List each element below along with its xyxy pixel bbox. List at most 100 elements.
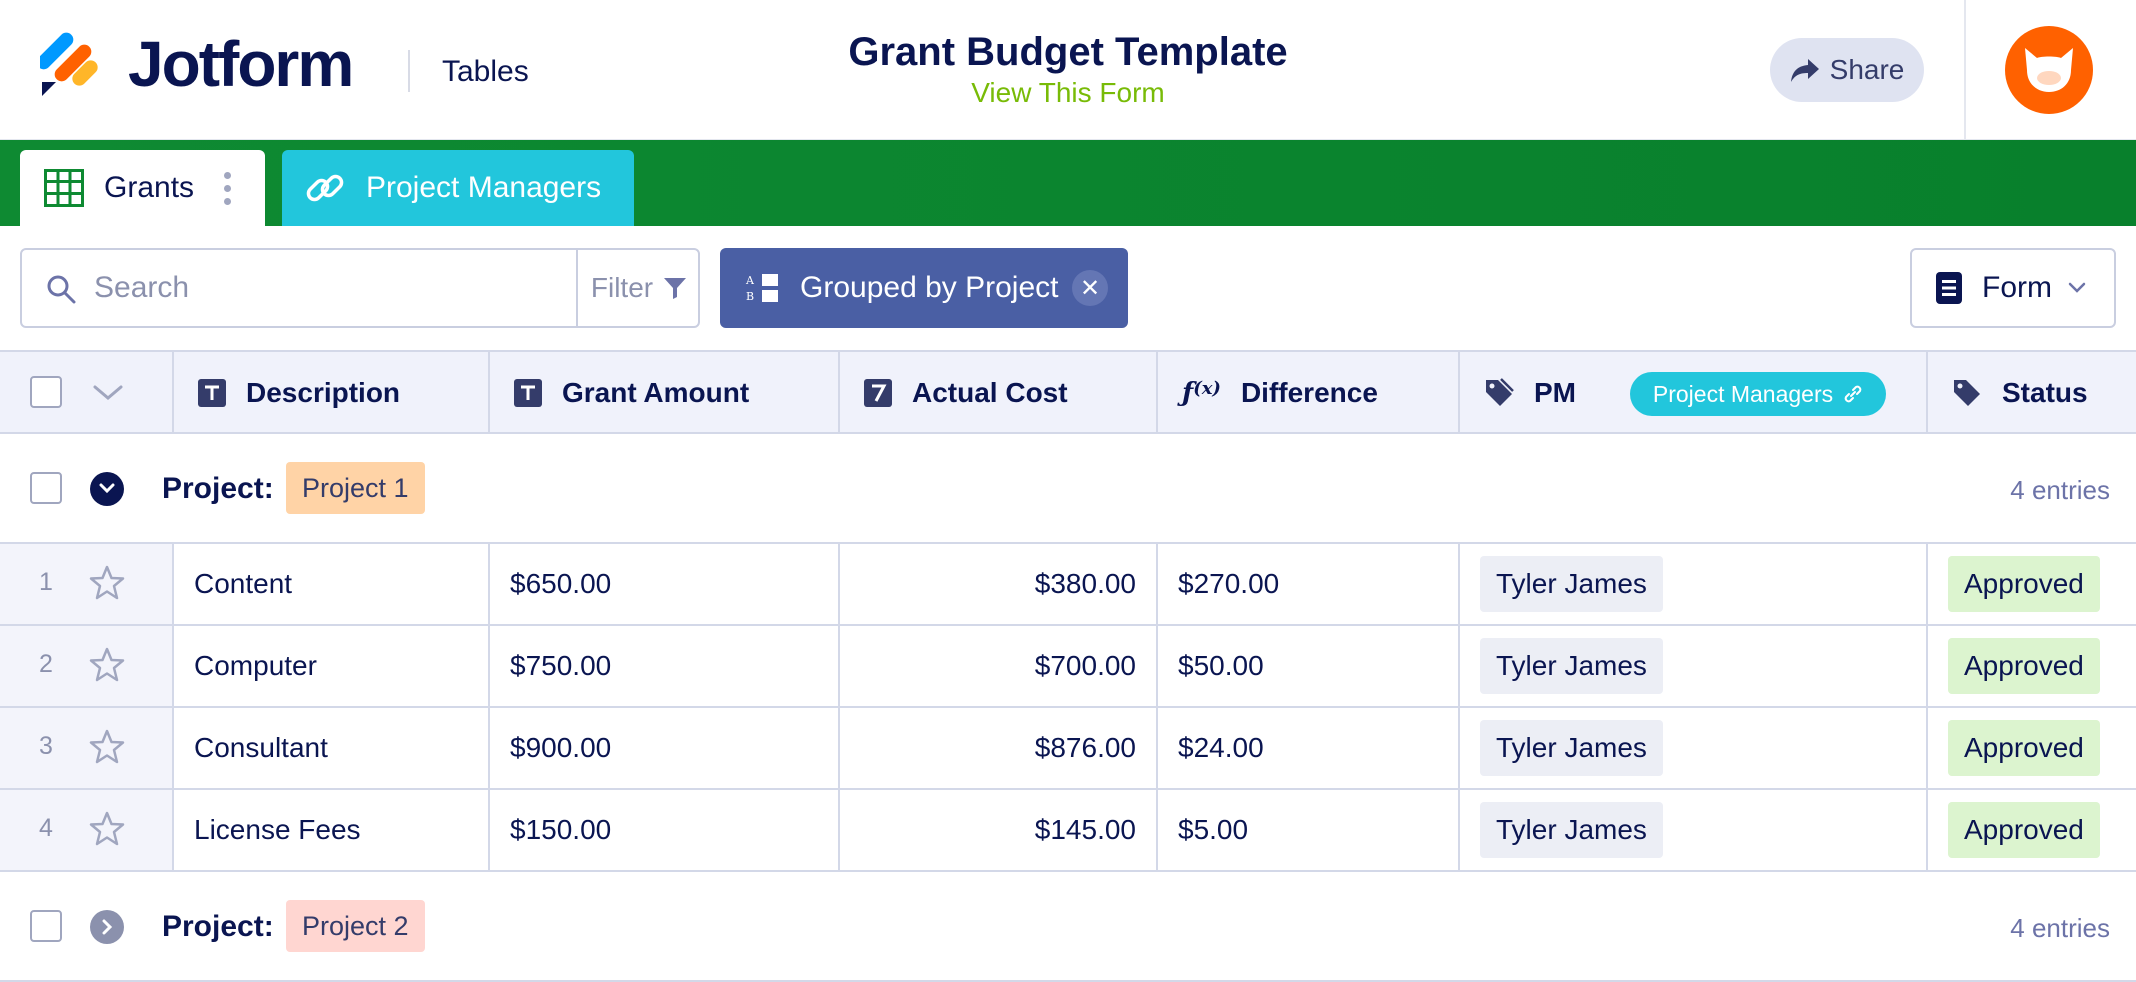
group-value-tag: Project 2 [286, 900, 425, 952]
form-document-icon [1936, 272, 1962, 304]
cell-grant-amount[interactable]: $650.00 [490, 544, 840, 624]
tab-options-icon[interactable] [224, 172, 231, 205]
cell-description[interactable]: Consultant [174, 708, 490, 788]
select-all-header [0, 352, 174, 434]
column-label: PM [1534, 377, 1576, 408]
svg-text:B: B [746, 290, 754, 303]
row-number-cell: 1 [0, 544, 174, 624]
row-number-cell: 4 [0, 790, 174, 870]
group-select-checkbox[interactable] [30, 472, 62, 504]
data-table: Description Grant Amount Actual Cost ƒ (x… [0, 350, 2136, 982]
cell-grant-amount[interactable]: $900.00 [490, 708, 840, 788]
cell-grant-amount[interactable]: $750.00 [490, 626, 840, 706]
cell-status[interactable]: Approved [1928, 626, 2136, 706]
product-name[interactable]: Tables [442, 52, 529, 92]
group-by-chip[interactable]: A B Grouped by Project ✕ [720, 248, 1128, 328]
linked-table-chip[interactable]: Project Managers [1630, 372, 1886, 416]
cell-status[interactable]: Approved [1928, 790, 2136, 870]
cell-description[interactable]: License Fees [174, 790, 490, 870]
cell-pm[interactable]: Tyler James [1460, 544, 1928, 624]
star-icon[interactable] [88, 646, 126, 691]
star-icon[interactable] [88, 810, 126, 855]
tab-project-managers[interactable]: Project Managers [282, 150, 634, 226]
remove-group-close-icon[interactable]: ✕ [1072, 270, 1108, 306]
cell-status[interactable]: Approved [1928, 544, 2136, 624]
header-divider [408, 50, 410, 92]
column-header-description[interactable]: Description [174, 352, 490, 434]
cell-difference[interactable]: $24.00 [1158, 708, 1460, 788]
cell-actual-cost[interactable]: $380.00 [840, 544, 1158, 624]
column-header-status[interactable]: Status [1928, 352, 2136, 434]
number-type-icon [864, 379, 892, 407]
jotform-logo-icon[interactable] [36, 32, 102, 96]
group-value-tag: Project 1 [286, 462, 425, 514]
star-icon[interactable] [88, 564, 126, 609]
search-input[interactable] [94, 264, 554, 312]
cell-actual-cost[interactable]: $145.00 [840, 790, 1158, 870]
tab-project-managers-label: Project Managers [366, 171, 602, 204]
page-title[interactable]: Grant Budget Template [768, 28, 1368, 76]
table-row[interactable]: 4 License Fees $150.00 $145.00 $5.00 Tyl… [0, 790, 2136, 872]
star-icon[interactable] [88, 728, 126, 773]
share-arrow-icon [1790, 57, 1820, 83]
text-type-icon [514, 379, 542, 407]
view-form-link[interactable]: View This Form [768, 76, 1368, 110]
table-row[interactable]: 2 Computer $750.00 $700.00 $50.00 Tyler … [0, 626, 2136, 708]
column-label: Grant Amount [562, 377, 750, 408]
podo-avatar-icon [2025, 48, 2073, 92]
form-button[interactable]: Form [1910, 248, 2116, 328]
tab-grants[interactable]: Grants [20, 150, 265, 226]
filter-label: Filter [590, 272, 654, 303]
text-type-icon [198, 379, 226, 407]
link-icon [304, 167, 346, 209]
cell-pm[interactable]: Tyler James [1460, 626, 1928, 706]
select-all-checkbox[interactable] [30, 376, 62, 408]
table-row[interactable]: 1 Content $650.00 $380.00 $270.00 Tyler … [0, 544, 2136, 626]
cell-grant-amount[interactable]: $150.00 [490, 790, 840, 870]
group-collapse-chevron-icon[interactable] [90, 472, 124, 506]
row-number: 4 [39, 814, 53, 842]
group-header-project-1: Project: Project 1 4 entries [0, 434, 2136, 544]
link-icon [1843, 384, 1863, 404]
tab-grants-label: Grants [104, 171, 195, 204]
row-number: 2 [39, 650, 53, 678]
group-field-label: Project: [162, 472, 274, 505]
cell-actual-cost[interactable]: $876.00 [840, 708, 1158, 788]
column-label: Difference [1240, 377, 1378, 408]
status-badge: Approved [1948, 720, 2100, 776]
cell-pm[interactable]: Tyler James [1460, 708, 1928, 788]
cell-difference[interactable]: $5.00 [1158, 790, 1460, 870]
cell-description[interactable]: Computer [174, 626, 490, 706]
filter-button[interactable]: Filter [576, 250, 700, 326]
cell-pm[interactable]: Tyler James [1460, 790, 1928, 870]
table-header-row: Description Grant Amount Actual Cost ƒ (x… [0, 350, 2136, 434]
cell-status[interactable]: Approved [1928, 708, 2136, 788]
select-menu-chevron-icon[interactable] [92, 384, 124, 402]
column-header-grant-amount[interactable]: Grant Amount [490, 352, 840, 434]
cell-actual-cost[interactable]: $700.00 [840, 626, 1158, 706]
pm-tag: Tyler James [1480, 720, 1663, 776]
group-entry-count: 4 entries [2010, 913, 2110, 943]
status-badge: Approved [1948, 638, 2100, 694]
user-avatar[interactable] [2005, 26, 2093, 114]
chevron-down-icon [2068, 282, 2086, 294]
search-box: Filter [20, 248, 700, 328]
table-row[interactable]: 3 Consultant $900.00 $876.00 $24.00 Tyle… [0, 708, 2136, 790]
share-button[interactable]: Share [1770, 38, 1924, 102]
column-header-difference[interactable]: ƒ (x) Difference [1158, 352, 1460, 434]
group-sort-icon: A B [744, 273, 780, 303]
column-label: Description [246, 377, 401, 408]
formula-type-icon: ƒ (x) [1182, 378, 1221, 408]
share-label: Share [1829, 54, 1905, 85]
cell-difference[interactable]: $50.00 [1158, 626, 1460, 706]
pm-tag: Tyler James [1480, 556, 1663, 612]
cell-difference[interactable]: $270.00 [1158, 544, 1460, 624]
group-expand-chevron-icon[interactable] [90, 910, 124, 944]
cell-description[interactable]: Content [174, 544, 490, 624]
row-number-cell: 3 [0, 708, 174, 788]
column-header-actual-cost[interactable]: Actual Cost [840, 352, 1158, 434]
group-by-label: Grouped by Project [800, 271, 1059, 304]
tag-icon [1484, 378, 1514, 408]
svg-text:A: A [745, 274, 755, 287]
group-select-checkbox[interactable] [30, 910, 62, 942]
